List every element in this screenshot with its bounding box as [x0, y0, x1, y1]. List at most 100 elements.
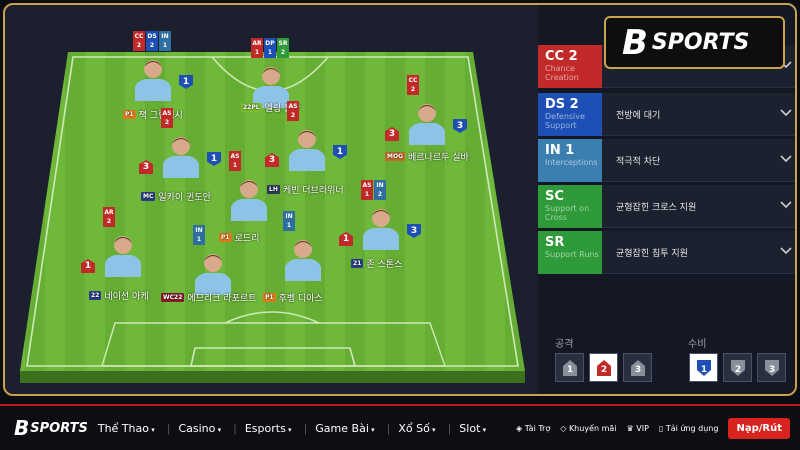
- chip-level: 2: [164, 119, 170, 126]
- attack-level-button-2[interactable]: 2: [589, 353, 618, 382]
- defense-level-button-1[interactable]: 1: [689, 353, 718, 382]
- chip-code: CC: [408, 77, 418, 84]
- chip-code: CC: [134, 33, 144, 40]
- player-instruction-stack: IN 1: [193, 225, 205, 245]
- player-instruction-stack: IN 1: [283, 211, 295, 231]
- vip-label: VIP: [636, 423, 649, 433]
- instruction-sub1: Support on: [545, 204, 590, 213]
- nav-item-slot[interactable]: Slot: [459, 422, 486, 435]
- chip-level: 1: [267, 49, 273, 56]
- instruction-sub2: Support: [545, 121, 577, 130]
- chevron-down-icon: [780, 109, 792, 117]
- player-name-label: MOG 베르나르두 실바: [385, 150, 469, 163]
- pitch: CC2DS2IN11P1잭 그릴리시AR1DP1SR222PL엘링 홀란CC23…: [5, 5, 535, 394]
- nav-item-esports[interactable]: Esports: [245, 422, 292, 435]
- player-name-label: WC22 에므리크 라포르트: [161, 291, 256, 304]
- instruction-chip: AR 2: [103, 207, 115, 227]
- instruction-select[interactable]: 전방에 대기: [602, 93, 795, 136]
- nav-util-sponsor[interactable]: ◈ Tài Trợ: [516, 424, 550, 433]
- attack-level-button-3[interactable]: 3: [623, 353, 652, 382]
- nav-logo-text[interactable]: SPORTS: [30, 421, 88, 436]
- nav-util-app[interactable]: ▯ Tải ứng dụng: [659, 424, 719, 433]
- nav-logo-mark[interactable]: B: [14, 416, 29, 440]
- player-name: 일카이 귄도안: [158, 193, 211, 203]
- brand-name: SPORTS: [651, 30, 750, 55]
- chip-level: 2: [280, 49, 286, 56]
- position-badge: P1: [263, 293, 276, 302]
- nav-item-xo-so[interactable]: Xổ Số: [398, 422, 435, 435]
- player-name-label: P1잭 그릴리시: [123, 108, 183, 121]
- instruction-chip: IN 1: [283, 211, 295, 231]
- brand-logo[interactable]: B SPORTS: [604, 16, 785, 69]
- position-badge: 22: [89, 291, 102, 300]
- instruction-row[interactable]: DS 2 Defensive Support 전방에 대기: [538, 93, 795, 136]
- instruction-chip: IN 1: [159, 31, 171, 51]
- instruction-chip: AS 2: [287, 101, 299, 121]
- chip-code: IN: [195, 227, 203, 234]
- instruction-sub1: Chance: [545, 64, 575, 73]
- instruction-select[interactable]: 적극적 차단: [602, 139, 795, 182]
- instruction-desc: 균형잡힌 침투 지원: [616, 248, 688, 259]
- player-name: 후벵 디아스: [278, 294, 323, 304]
- app-label: Tải ứng dụng: [665, 423, 719, 433]
- nav-util-promo[interactable]: ◇ Khuyến mãi: [560, 424, 616, 433]
- arrow-up-icon: 2: [596, 359, 611, 376]
- arrow-down-icon: 3: [764, 359, 779, 376]
- player-instruction-stack: AS 2: [161, 108, 173, 128]
- instruction-chip: CC 2: [407, 75, 419, 95]
- chip-code: AS: [162, 110, 172, 117]
- nav-item-the-thao[interactable]: Thể Thao: [98, 422, 155, 435]
- attack-level-button-1[interactable]: 1: [555, 353, 584, 382]
- position-badge: 21: [351, 259, 364, 268]
- chip-level: 1: [196, 236, 202, 243]
- instruction-row[interactable]: SR Support Runs 균형잡힌 침투 지원: [538, 231, 795, 274]
- chevron-down-icon: [780, 201, 792, 209]
- player-instruction-stack: CC 2: [407, 75, 419, 95]
- nav-item-game-bai[interactable]: Game Bài: [315, 422, 374, 435]
- player-instruction-stack: AS 1: [229, 151, 241, 171]
- instruction-chip: IN 1: [193, 225, 205, 245]
- player-instruction-stack: AR 2: [103, 207, 115, 227]
- position-badge: P1: [123, 110, 136, 119]
- nav-util-vip[interactable]: ♛ VIP: [627, 424, 649, 433]
- instruction-row[interactable]: IN 1 Interceptions 적극적 차단: [538, 139, 795, 182]
- instruction-sub2: Creation: [545, 73, 579, 82]
- arrow-up-icon: 3: [630, 359, 645, 376]
- player-avatar: [195, 254, 231, 295]
- defense-level-button-3[interactable]: 3: [757, 353, 786, 382]
- player-name: 네이선 아케: [104, 292, 149, 302]
- nav-separator: |: [386, 421, 391, 435]
- player-avatar: [285, 240, 321, 281]
- instruction-select[interactable]: 균형잡힌 침투 지원: [602, 231, 795, 274]
- chip-code: IN: [285, 213, 293, 220]
- chip-level: 2: [106, 218, 112, 225]
- instruction-desc: 균형잡힌 크로스 지원: [616, 202, 697, 213]
- player-name-label: 21 존 스톤스: [351, 257, 402, 270]
- chip-code: IN: [376, 182, 384, 189]
- defense-label: 수비: [688, 339, 707, 350]
- player-name-label: 22 네이선 아케: [89, 289, 149, 302]
- instruction-sub2: Cross: [545, 213, 567, 222]
- instruction-row[interactable]: SC Support on Cross 균형잡힌 크로스 지원: [538, 185, 795, 228]
- player-instruction-stack: AS 1 IN 2: [361, 180, 386, 200]
- instruction-chip: SR 2: [277, 38, 289, 58]
- nav-separator: |: [166, 421, 171, 435]
- instruction-select[interactable]: 균형잡힌 크로스 지원: [602, 185, 795, 228]
- defense-level-button-2[interactable]: 2: [723, 353, 752, 382]
- player-avatar: [105, 236, 141, 277]
- arrow-down-icon: 2: [730, 359, 745, 376]
- instruction-code: CC 2: [545, 49, 578, 64]
- chip-code: IN: [161, 33, 169, 40]
- nav-item-casino[interactable]: Casino: [178, 422, 221, 435]
- instruction-sub1: Defensive: [545, 112, 585, 121]
- instruction-chip: AS 1: [361, 180, 373, 200]
- chip-code: SR: [278, 40, 288, 47]
- deposit-withdraw-button[interactable]: Nạp/Rút: [728, 417, 790, 439]
- chip-code: AS: [362, 182, 372, 189]
- instruction-code: IN 1: [545, 143, 575, 158]
- chip-level: 2: [410, 86, 416, 93]
- player-instruction-stack: AR 1 DP 1 SR 2: [251, 38, 289, 58]
- player-avatar: [135, 60, 171, 101]
- instruction-sub1: Support Runs: [545, 250, 599, 259]
- level-number: 1: [700, 365, 706, 375]
